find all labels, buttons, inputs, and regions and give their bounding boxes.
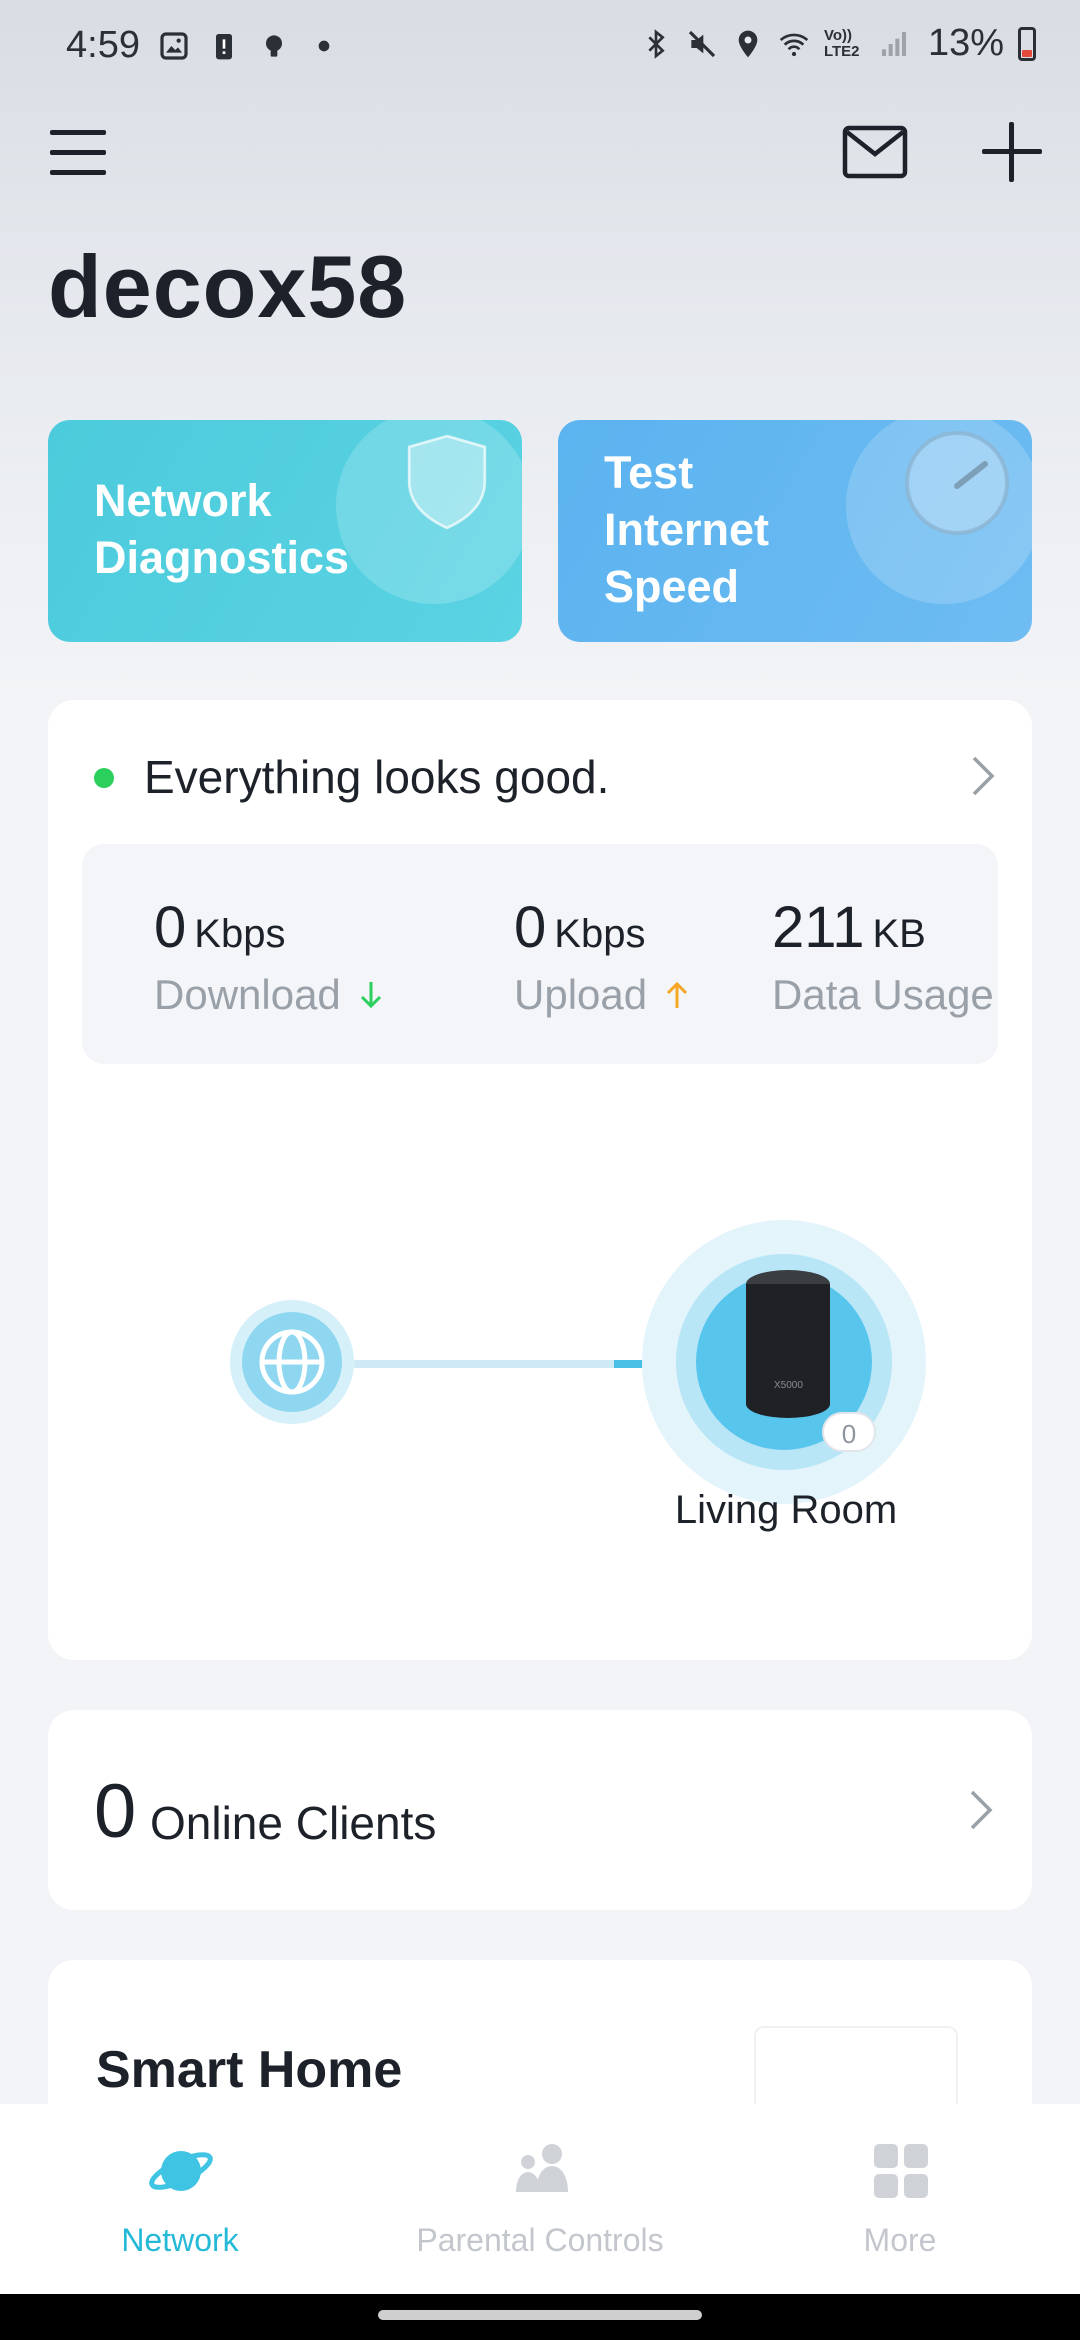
volte-icon: Vo)) LTE2	[823, 26, 860, 60]
system-icons: Vo)) LTE2 13%	[640, 22, 1036, 65]
wifi-icon	[779, 33, 809, 56]
battery-icon	[1018, 26, 1036, 61]
network-diagnostics-label: Network Diagnostics	[94, 475, 350, 583]
alert-icon	[216, 34, 232, 60]
arrow-up-icon	[667, 981, 688, 1008]
nav-network[interactable]: Network	[0, 2104, 360, 2294]
nav-network-label: Network	[121, 2222, 239, 2258]
nav-more[interactable]: More	[720, 2104, 1080, 2294]
add-icon[interactable]	[980, 120, 1044, 184]
gallery-icon	[160, 32, 188, 60]
test-internet-speed-label: Test Internet Speed	[604, 447, 770, 612]
upload-label: Upload	[514, 971, 648, 1018]
bulb-icon	[266, 35, 282, 57]
status-time: 4:59	[66, 24, 140, 66]
chevron-right-icon	[970, 1790, 993, 1830]
battery-percent: 13%	[927, 22, 1004, 64]
status-bar: 4:59 Vo)) LTE2 13%	[0, 0, 1080, 96]
notification-icons	[158, 30, 340, 62]
location-icon	[738, 30, 758, 57]
internet-node[interactable]	[230, 1300, 354, 1424]
data-usage-label: Data Usage	[772, 971, 994, 1018]
status-message[interactable]: Everything looks good.	[144, 750, 609, 804]
test-internet-speed-button[interactable]: Test Internet Speed	[558, 420, 1032, 642]
status-indicator	[94, 768, 114, 788]
clients-label: Online Clients	[150, 1797, 437, 1849]
globe-icon	[259, 1329, 325, 1395]
arrow-down-icon	[360, 982, 381, 1009]
planet-icon	[149, 2151, 213, 2191]
traffic-stats: 0 Kbps Download 0 Kbps Upload 211 KB Data U…	[82, 844, 998, 1064]
upload-value: 0	[514, 895, 547, 960]
speedometer-icon	[905, 431, 1009, 535]
data-usage-value: 211	[772, 895, 865, 960]
network-status-panel: Everything looks good. 0 Kbps Download 0K…	[48, 700, 1032, 1660]
data-usage-unit: KB	[872, 912, 926, 956]
menu-icon[interactable]	[50, 124, 110, 184]
page-title: decox58	[48, 237, 408, 336]
download-value: 0	[154, 895, 187, 960]
data-usage-stat: 211 KB Data Usage	[772, 894, 994, 1019]
nav-parental-controls-label: Parental Controls	[416, 2222, 664, 2258]
clients-count: 0	[94, 1769, 137, 1854]
download-unit: Kbps	[194, 912, 286, 956]
router-client-badge: 0	[822, 1412, 876, 1452]
network-diagnostics-button[interactable]: Network Diagnostics	[48, 420, 522, 642]
signal-icon	[881, 31, 906, 56]
grid-icon	[874, 2144, 928, 2198]
nav-parental-controls[interactable]: Parental Controls	[360, 2104, 720, 2294]
upload-unit: Kbps	[554, 912, 646, 956]
smart-home-title: Smart Home	[96, 2041, 403, 2099]
download-stat: 0 Kbps Download	[154, 894, 383, 1019]
download-label: Download	[154, 971, 341, 1018]
family-icon	[516, 2144, 568, 2192]
router-icon[interactable]: X5000	[744, 1254, 832, 1434]
bottom-navigation: Network Parental Controls More	[0, 2104, 1080, 2294]
mute-icon	[688, 30, 716, 57]
bluetooth-icon	[648, 28, 665, 59]
dot-icon	[318, 40, 330, 52]
router-model-text: X5000	[774, 1380, 803, 1391]
online-clients-card[interactable]: 0 Online Clients	[48, 1710, 1032, 1910]
shield-icon	[407, 434, 487, 530]
home-handle[interactable]	[378, 2310, 702, 2320]
gesture-bar	[0, 2294, 1080, 2340]
router-name[interactable]: Living Room	[624, 1488, 948, 1533]
chevron-right-icon[interactable]	[968, 754, 998, 798]
mail-icon[interactable]	[842, 124, 908, 180]
nav-more-label: More	[863, 2222, 937, 2258]
upload-stat: 0 Kbps Upload	[514, 894, 689, 1019]
